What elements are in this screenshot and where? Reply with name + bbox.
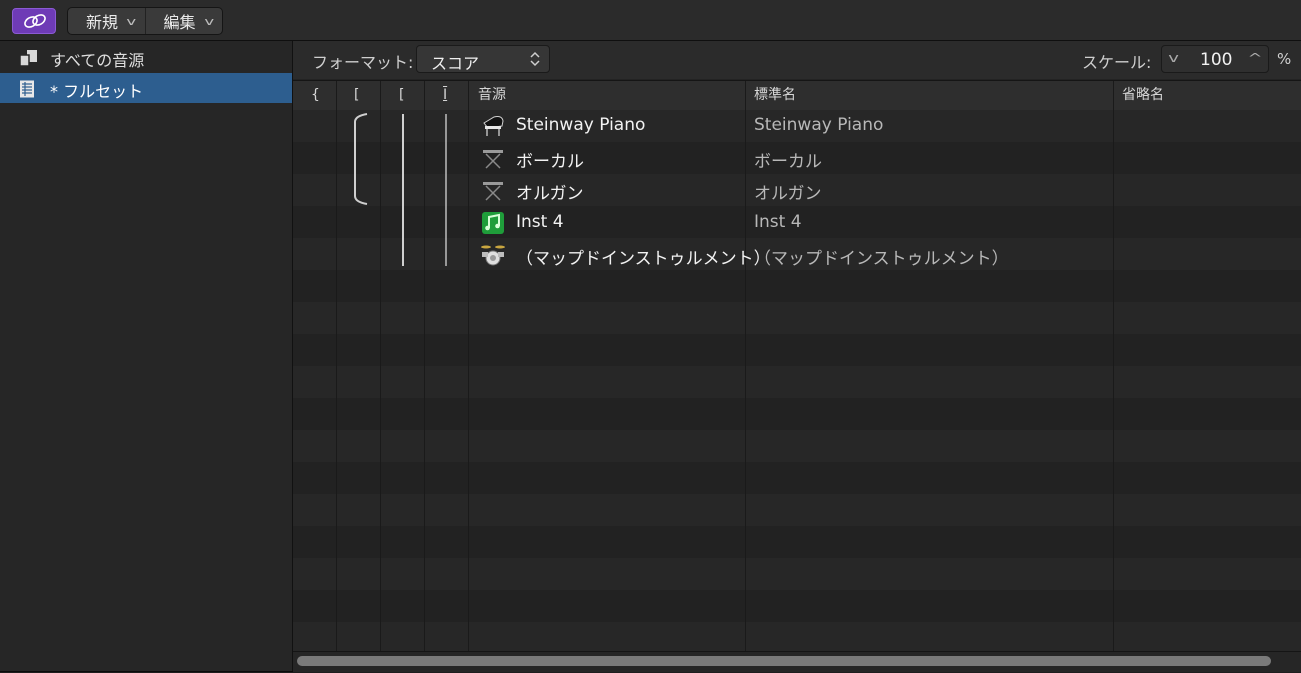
full-name[interactable]: ボーカル xyxy=(754,147,822,172)
toolbar: 新規 v 編集 v xyxy=(0,0,1301,41)
sidebar-item-label: * フルセット xyxy=(50,82,144,101)
table-row[interactable]: Steinway Piano Steinway Piano xyxy=(293,110,1301,142)
instrument-name: Steinway Piano xyxy=(516,115,646,135)
full-name[interactable]: オルガン xyxy=(754,179,822,204)
scale-value[interactable]: 100 xyxy=(1200,50,1232,70)
edit-menu-label: 編集 xyxy=(163,13,196,32)
instrument-name: Inst 4 xyxy=(516,212,564,232)
new-menu-button[interactable]: 新規 v xyxy=(68,8,145,34)
column-separator xyxy=(424,81,425,110)
column-separator xyxy=(745,81,746,110)
instrument-table: Steinway Piano Steinway Piano ボーカル ボーカル … xyxy=(293,110,1301,651)
instrument-name: オルガン xyxy=(516,184,584,204)
up-down-arrows-icon xyxy=(530,51,540,67)
column-barline[interactable]: I xyxy=(443,81,447,110)
chevron-down-icon: v xyxy=(126,14,137,28)
column-separator xyxy=(468,81,469,110)
chevron-down-icon: v xyxy=(203,14,214,28)
instrument-name: ボーカル xyxy=(516,152,584,172)
scale-label: スケール: xyxy=(1082,53,1152,72)
grand-piano-icon xyxy=(483,116,504,136)
scale-decrease-button[interactable]: v xyxy=(1168,51,1179,65)
column-bracket[interactable]: [ xyxy=(354,81,359,110)
link-icon xyxy=(24,14,46,28)
new-menu-label: 新規 xyxy=(86,13,119,32)
menu-group: 新規 v 編集 v xyxy=(67,7,224,35)
sidebar-item-label: すべての音源 xyxy=(50,51,145,70)
table-row[interactable]: ボーカル ボーカル xyxy=(293,142,1301,174)
format-select-value: スコア xyxy=(431,54,480,73)
sidebar-item-all-instruments[interactable]: すべての音源 xyxy=(0,42,292,72)
drum-kit-icon xyxy=(481,245,505,266)
score-set-icon xyxy=(20,80,34,98)
table-row[interactable]: （マップドインストゥルメント） （マップドインストゥルメント） xyxy=(293,239,1301,271)
column-short-name[interactable]: 省略名 xyxy=(1122,81,1164,110)
instrument-name: （マップドインストゥルメント） xyxy=(516,249,771,269)
full-name[interactable]: Inst 4 xyxy=(754,212,802,232)
full-name[interactable]: （マップドインストゥルメント） xyxy=(754,244,1009,269)
format-label: フォーマット: xyxy=(312,53,414,72)
table-row[interactable]: Inst 4 Inst 4 xyxy=(293,207,1301,239)
music-note-icon xyxy=(482,212,504,234)
scale-stepper: v 100 ^ xyxy=(1161,45,1269,73)
edit-menu-button[interactable]: 編集 v xyxy=(144,8,223,34)
link-button[interactable] xyxy=(12,8,56,34)
scrollbar-thumb[interactable] xyxy=(297,656,1271,666)
horizontal-scrollbar[interactable] xyxy=(293,651,1301,672)
column-separator xyxy=(336,81,337,110)
scale-unit: % xyxy=(1277,50,1292,68)
column-instrument[interactable]: 音源 xyxy=(478,81,506,110)
score-set-window: 新規 v 編集 v すべての音源 * フルセット フォーマット: スコア スケー… xyxy=(0,0,1301,672)
column-header: { [ [ I 音源 標準名 省略名 xyxy=(293,80,1301,111)
column-subbracket[interactable]: [ xyxy=(399,81,404,110)
table-row[interactable]: オルガン オルガン xyxy=(293,174,1301,206)
keyboard-stand-icon xyxy=(483,150,503,169)
keyboard-stand-icon xyxy=(483,182,503,201)
library-icon xyxy=(19,50,37,67)
column-full-name[interactable]: 標準名 xyxy=(754,81,796,110)
sidebar-item-full-set[interactable]: * フルセット xyxy=(0,73,292,103)
format-select[interactable]: スコア xyxy=(416,45,550,73)
sidebar: すべての音源 * フルセット xyxy=(0,41,293,671)
column-separator xyxy=(380,81,381,110)
column-separator xyxy=(1113,81,1114,110)
main-header: フォーマット: スコア スケール: v 100 ^ % xyxy=(293,41,1301,79)
scale-increase-button[interactable]: ^ xyxy=(1247,51,1262,65)
full-name[interactable]: Steinway Piano xyxy=(754,115,883,135)
column-brace[interactable]: { xyxy=(311,81,320,110)
